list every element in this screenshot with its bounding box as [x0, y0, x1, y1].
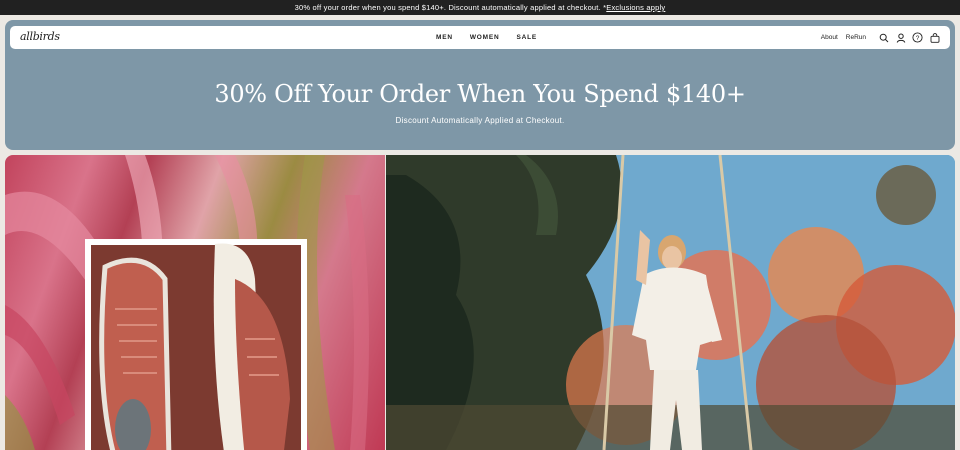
exclusions-link[interactable]: Exclusions apply	[606, 3, 665, 12]
announcement-bar: 30% off your order when you spend $140+.…	[0, 0, 960, 15]
search-icon[interactable]	[878, 32, 889, 43]
hero-subtitle: Discount Automatically Applied at Checko…	[395, 116, 565, 125]
announcement-text: 30% off your order when you spend $140+.…	[294, 3, 607, 12]
woman-figure	[632, 230, 722, 450]
nav-men[interactable]: MEN	[436, 34, 453, 41]
site-header: allbirds MEN WOMEN SALE About ReRun ?	[10, 26, 950, 49]
svg-text:?: ?	[916, 35, 920, 42]
nav-women[interactable]: WOMEN	[470, 34, 500, 41]
about-link[interactable]: About	[821, 34, 838, 41]
rerun-link[interactable]: ReRun	[846, 34, 866, 41]
sneaker-image	[99, 243, 290, 450]
main-nav: MEN WOMEN SALE	[436, 26, 537, 49]
nav-sale[interactable]: SALE	[517, 34, 538, 41]
shoe-promo-image[interactable]	[5, 155, 385, 450]
help-icon[interactable]: ?	[912, 32, 923, 43]
account-icon[interactable]	[895, 32, 906, 43]
lifestyle-swing-image[interactable]	[386, 155, 955, 450]
header-utilities: About ReRun ?	[821, 26, 940, 49]
allbirds-logo[interactable]: allbirds	[20, 30, 60, 43]
cart-icon[interactable]	[929, 32, 940, 43]
hero-title: 30% Off Your Order When You Spend $140+	[214, 80, 746, 108]
